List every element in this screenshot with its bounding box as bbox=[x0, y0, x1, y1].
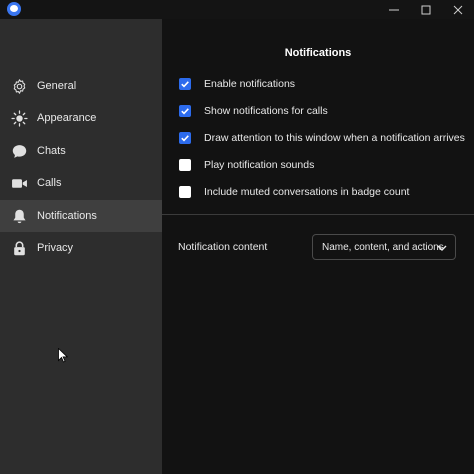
sidebar-item-calls[interactable]: Calls bbox=[0, 167, 162, 199]
option-show-call-notifications[interactable]: Show notifications for calls bbox=[179, 104, 328, 118]
option-draw-attention[interactable]: Draw attention to this window when a not… bbox=[179, 131, 465, 145]
sidebar-item-label: Appearance bbox=[37, 112, 97, 124]
checkbox-show-call-notifications[interactable] bbox=[179, 105, 191, 117]
notification-content-select[interactable]: Name, content, and actions bbox=[312, 234, 456, 260]
title-bar bbox=[0, 0, 474, 19]
option-label: Show notifications for calls bbox=[204, 105, 328, 117]
chevron-down-icon bbox=[437, 245, 447, 251]
sidebar-item-appearance[interactable]: Appearance bbox=[0, 102, 162, 134]
minimize-button[interactable] bbox=[378, 0, 410, 19]
sidebar-item-notifications[interactable]: Notifications bbox=[0, 200, 162, 232]
checkbox-enable-notifications[interactable] bbox=[179, 78, 191, 90]
checkbox-include-muted[interactable] bbox=[179, 186, 191, 198]
gear-icon bbox=[13, 79, 26, 94]
sun-icon bbox=[11, 110, 28, 127]
select-value: Name, content, and actions bbox=[322, 241, 444, 253]
sidebar-item-label: Notifications bbox=[37, 210, 97, 222]
option-enable-notifications[interactable]: Enable notifications bbox=[179, 77, 295, 91]
maximize-button[interactable] bbox=[410, 0, 442, 19]
option-label: Enable notifications bbox=[204, 78, 296, 90]
option-play-sounds[interactable]: Play notification sounds bbox=[179, 158, 314, 172]
close-icon bbox=[453, 5, 463, 14]
section-divider bbox=[162, 214, 474, 215]
chat-bubble-icon bbox=[12, 145, 27, 158]
sidebar-item-label: Chats bbox=[37, 145, 66, 157]
notification-content-label: Notification content bbox=[178, 241, 268, 253]
sidebar-item-label: Calls bbox=[37, 177, 62, 189]
minimize-icon bbox=[389, 9, 399, 10]
sidebar-item-label: General bbox=[37, 80, 77, 92]
sidebar-item-label: Privacy bbox=[37, 242, 74, 254]
page-title: Notifications bbox=[284, 47, 352, 59]
video-camera-icon bbox=[12, 179, 27, 188]
checkmark-icon bbox=[181, 81, 189, 88]
settings-content: Notifications Enable notifications Show … bbox=[162, 19, 474, 474]
option-label: Play notification sounds bbox=[204, 159, 315, 171]
checkbox-draw-attention[interactable] bbox=[179, 132, 191, 144]
option-include-muted[interactable]: Include muted conversations in badge cou… bbox=[179, 185, 409, 199]
checkmark-icon bbox=[181, 135, 189, 142]
option-label: Include muted conversations in badge cou… bbox=[204, 186, 410, 198]
mouse-pointer-icon bbox=[58, 348, 68, 363]
lock-icon bbox=[14, 241, 25, 256]
sidebar-item-privacy[interactable]: Privacy bbox=[0, 232, 162, 264]
checkbox-play-sounds[interactable] bbox=[179, 159, 191, 171]
close-button[interactable] bbox=[442, 0, 474, 19]
option-label: Draw attention to this window when a not… bbox=[204, 132, 465, 144]
sidebar-item-general[interactable]: General bbox=[0, 70, 162, 102]
sidebar-item-chats[interactable]: Chats bbox=[0, 135, 162, 167]
signal-app-icon bbox=[7, 2, 21, 16]
bell-icon bbox=[13, 209, 26, 224]
settings-sidebar: General Appearance Chats Calls Notificat… bbox=[0, 19, 162, 474]
maximize-icon bbox=[421, 5, 431, 14]
checkmark-icon bbox=[181, 108, 189, 115]
